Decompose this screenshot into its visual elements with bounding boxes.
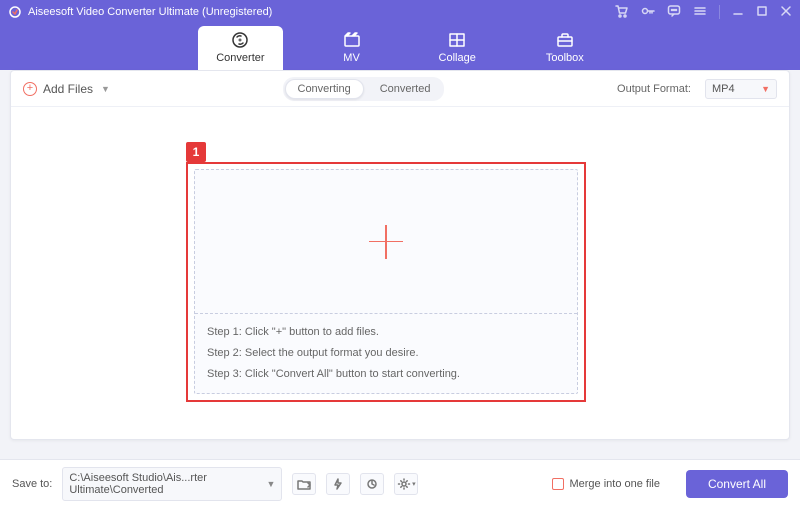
status-tabs: Converting Converted	[283, 77, 445, 101]
dropzone: Step 1: Click "+" button to add files. S…	[194, 169, 578, 394]
open-folder-button[interactable]	[292, 473, 316, 495]
maximize-button[interactable]	[756, 5, 768, 20]
checkbox-icon	[552, 478, 564, 490]
main-panel: + Add Files ▼ Converting Converted Outpu…	[10, 70, 790, 440]
menu-icon[interactable]	[693, 4, 707, 21]
key-icon[interactable]	[641, 4, 655, 21]
tab-toolbox[interactable]: Toolbox	[528, 26, 602, 70]
feedback-icon[interactable]	[667, 4, 681, 21]
close-button[interactable]	[780, 5, 792, 20]
tab-label: Converter	[216, 52, 264, 64]
mv-icon	[342, 30, 362, 50]
add-files-button[interactable]: + Add Files ▼	[23, 82, 110, 96]
panel-toolbar: + Add Files ▼ Converting Converted Outpu…	[11, 71, 789, 107]
output-format-label: Output Format:	[617, 83, 691, 95]
tab-converted[interactable]: Converted	[368, 80, 443, 98]
high-speed-button[interactable]	[360, 473, 384, 495]
output-format-select[interactable]: MP4 ▼	[705, 79, 777, 99]
add-files-dropzone[interactable]	[195, 170, 577, 313]
plus-circle-icon: +	[23, 82, 37, 96]
tab-label: MV	[343, 52, 360, 64]
tab-collage[interactable]: Collage	[421, 26, 494, 70]
chevron-down-icon: ▼	[266, 479, 275, 489]
merge-label: Merge into one file	[569, 478, 660, 490]
tab-label: Collage	[439, 52, 476, 64]
hardware-accel-button[interactable]	[326, 473, 350, 495]
converter-icon	[230, 30, 250, 50]
titlebar: Aiseesoft Video Converter Ultimate (Unre…	[0, 0, 800, 24]
caret-down-icon: ▼	[761, 84, 770, 94]
plus-icon	[369, 225, 403, 259]
tab-converter[interactable]: Converter	[198, 26, 282, 70]
tab-label: Toolbox	[546, 52, 584, 64]
save-to-path-value: C:\Aiseesoft Studio\Ais...rter Ultimate\…	[69, 472, 266, 496]
output-format-value: MP4	[712, 83, 735, 95]
add-files-label: Add Files	[43, 82, 93, 96]
chevron-down-icon: ▼	[101, 84, 110, 94]
app-logo-icon	[8, 5, 22, 19]
step-text: Step 3: Click "Convert All" button to st…	[207, 364, 565, 385]
nav-tabs: Converter MV Collage Toolbox	[0, 24, 800, 70]
cart-icon[interactable]	[615, 4, 629, 21]
minimize-button[interactable]	[732, 5, 744, 20]
step-text: Step 2: Select the output format you des…	[207, 343, 565, 364]
merge-checkbox[interactable]: Merge into one file	[552, 478, 660, 490]
collage-icon	[447, 30, 467, 50]
tab-converting[interactable]: Converting	[285, 79, 364, 99]
toolbox-icon	[555, 30, 575, 50]
tab-mv[interactable]: MV	[317, 26, 387, 70]
chevron-down-icon: ▾	[412, 480, 416, 488]
settings-button[interactable]: ▾	[394, 473, 418, 495]
convert-all-button[interactable]: Convert All	[686, 470, 788, 498]
save-to-path-select[interactable]: C:\Aiseesoft Studio\Ais...rter Ultimate\…	[62, 467, 282, 501]
steps-help: Step 1: Click "+" button to add files. S…	[195, 313, 577, 393]
save-to-label: Save to:	[12, 478, 52, 490]
workarea: 1 Step 1: Click "+" button to add files.…	[11, 107, 789, 439]
annotation-badge: 1	[186, 142, 206, 162]
bottom-bar: Save to: C:\Aiseesoft Studio\Ais...rter …	[0, 459, 800, 507]
app-title: Aiseesoft Video Converter Ultimate (Unre…	[28, 6, 272, 18]
step-text: Step 1: Click "+" button to add files.	[207, 322, 565, 343]
